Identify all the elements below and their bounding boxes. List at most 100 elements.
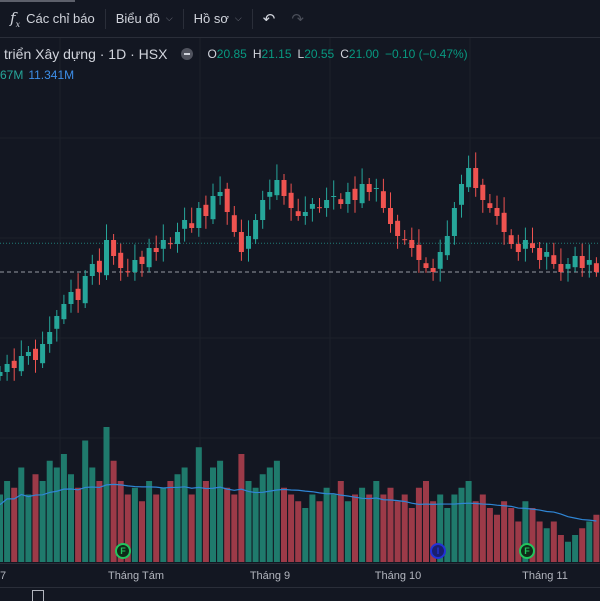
candle-body — [132, 260, 138, 272]
candle-body — [522, 240, 528, 249]
candle-body — [309, 204, 315, 209]
candle-body — [160, 240, 166, 249]
volume-bar — [146, 481, 153, 562]
volume-bar — [373, 481, 380, 562]
candle-body — [317, 207, 322, 209]
volume-bar — [415, 487, 422, 562]
time-label: Tháng 11 — [522, 570, 568, 582]
collapse-icon[interactable] — [181, 48, 194, 60]
candle-body — [253, 220, 259, 240]
event-marker-i[interactable]: I — [430, 543, 446, 559]
candle-body — [89, 264, 95, 276]
close-label: C — [340, 47, 349, 61]
candle-body — [366, 184, 372, 192]
indicators-label: Các chỉ báo — [26, 11, 95, 26]
candle-body — [274, 180, 280, 196]
candle-body — [480, 184, 486, 200]
candle-body — [473, 168, 479, 188]
candle-body — [402, 239, 408, 241]
event-marker-f[interactable]: F — [115, 543, 131, 559]
profile-label: Hồ sơ — [193, 11, 229, 26]
candle-body — [579, 256, 585, 268]
time-label: Tháng 10 — [374, 570, 422, 582]
candle-body — [175, 232, 180, 244]
volume-bar — [259, 474, 266, 562]
candle-body — [75, 288, 81, 300]
candle-body — [281, 180, 287, 196]
candle-body — [118, 252, 124, 268]
candle-body — [238, 232, 244, 252]
candle-body — [182, 220, 188, 229]
volume-value: 67M — [0, 68, 24, 82]
volume-bar — [181, 467, 188, 562]
candle-body — [217, 192, 223, 196]
volume-bar — [501, 501, 508, 562]
candle-body — [331, 196, 337, 197]
candle-body — [224, 188, 230, 212]
volume-bar — [323, 487, 330, 562]
volume-bar — [387, 487, 394, 562]
profile-menu-button[interactable]: Hồ sơ ⌵ — [184, 0, 252, 37]
candle-body — [96, 260, 102, 272]
low-value: 20.55 — [304, 47, 335, 61]
calendar-icon[interactable] — [32, 590, 44, 601]
high-value: 21.15 — [261, 47, 292, 61]
top-toolbar: fx Các chỉ báo Biểu đồ ⌵ Hồ sơ ⌵ ↶ ↷ — [0, 0, 600, 38]
candle-body — [25, 352, 31, 356]
redo-button[interactable]: ↷ — [285, 0, 310, 37]
candle-body — [409, 240, 415, 248]
volume-bar — [131, 487, 138, 562]
candle-body — [380, 191, 386, 208]
volume-legend: 67M 11.341M — [0, 68, 74, 82]
candle-body — [11, 360, 17, 368]
volume-bar — [160, 487, 167, 562]
volume-bar — [458, 487, 465, 562]
volume-bar — [266, 467, 273, 562]
candle-body — [33, 348, 38, 360]
candle-body — [395, 220, 401, 236]
candle-body — [4, 364, 10, 372]
volume-bar — [195, 447, 202, 562]
volume-bar — [543, 528, 550, 562]
price-chart[interactable] — [0, 38, 600, 563]
volume-bar — [586, 521, 593, 562]
volume-bar — [188, 494, 195, 562]
candle-body — [444, 236, 450, 256]
volume-bar — [593, 514, 600, 562]
volume-bar — [153, 494, 160, 562]
candle-body — [146, 248, 152, 268]
time-axis[interactable]: 7 Tháng Tám Tháng 9 Tháng 10 Tháng 11 — [0, 563, 600, 587]
candle-body — [231, 215, 237, 232]
volume-bar — [536, 521, 543, 562]
volume-bar — [245, 481, 252, 562]
candle-body — [18, 356, 24, 372]
candle-body — [558, 264, 564, 272]
close-value: 21.00 — [348, 47, 379, 61]
volume-bar — [167, 481, 174, 562]
volume-bar — [557, 535, 564, 562]
candle-body — [167, 243, 173, 245]
volume-bar — [579, 528, 586, 562]
chart-menu-button[interactable]: Biểu đồ ⌵ — [106, 0, 183, 37]
volume-bar — [202, 481, 209, 562]
candle-body — [47, 332, 53, 344]
volume-bar — [408, 508, 415, 562]
volume-bar — [423, 481, 429, 562]
event-marker-f[interactable]: F — [519, 543, 535, 559]
volume-bar — [366, 494, 373, 562]
candle-body — [210, 196, 216, 220]
open-value: 20.85 — [216, 47, 247, 61]
candle-body — [196, 208, 202, 228]
time-label: Tháng Tám — [107, 570, 165, 582]
candle-body — [508, 235, 514, 244]
volume-bar — [89, 467, 96, 562]
candle-body — [267, 192, 273, 197]
candle-body — [302, 212, 308, 216]
volume-bar — [32, 474, 39, 562]
candle-body — [111, 240, 117, 256]
undo-button[interactable]: ↶ — [253, 0, 286, 37]
volume-bar — [39, 481, 46, 562]
volume-bar — [103, 427, 110, 562]
volume-bar — [330, 494, 337, 562]
indicators-button[interactable]: fx Các chỉ báo — [0, 0, 105, 37]
